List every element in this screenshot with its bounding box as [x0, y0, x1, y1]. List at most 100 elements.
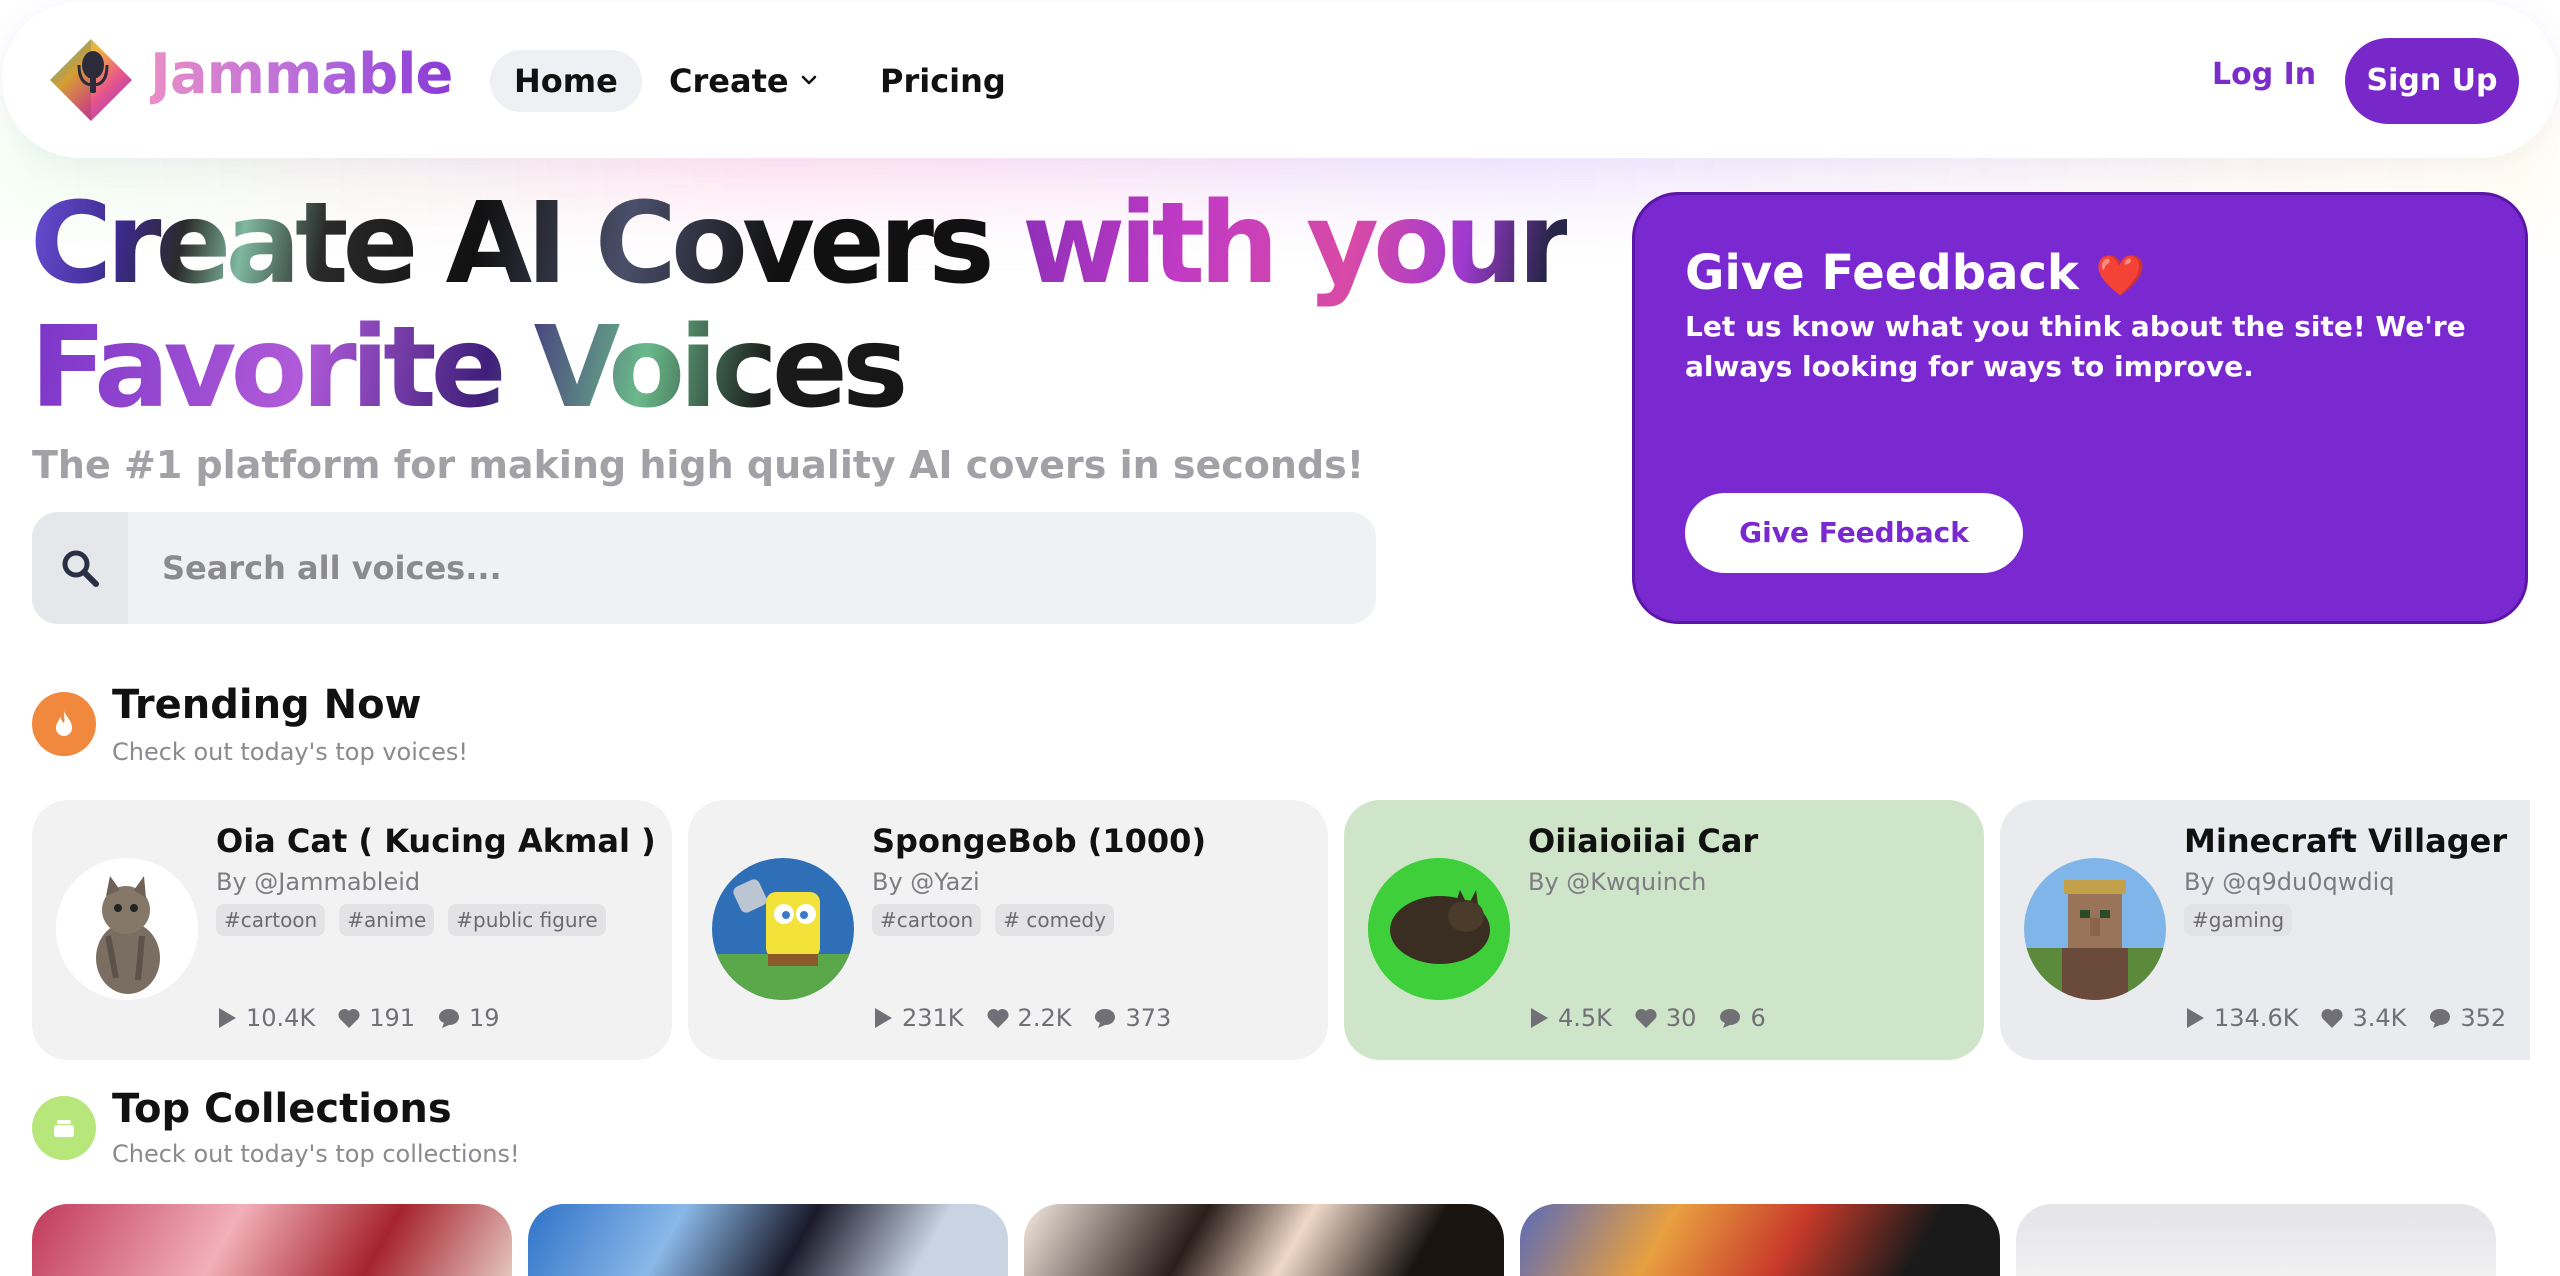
likes-stat: 30	[1634, 1004, 1697, 1032]
login-link[interactable]: Log In	[2212, 57, 2316, 92]
hero-title-part-b: with your	[1021, 179, 1573, 309]
avatar	[1368, 858, 1510, 1000]
avatar	[2024, 858, 2166, 1000]
hero-title-line2: Favorite Voices	[30, 306, 1570, 430]
plays-stat: 10.4K	[216, 1004, 315, 1032]
plays-count: 10.4K	[246, 1004, 316, 1032]
nav-create[interactable]: Create	[645, 50, 841, 112]
avatar	[56, 858, 198, 1000]
comments-stat: 6	[1718, 1004, 1766, 1032]
signup-button[interactable]: Sign Up	[2345, 38, 2519, 124]
jammable-logo[interactable]	[46, 35, 136, 125]
collection-icon	[32, 1096, 96, 1160]
feedback-text: Let us know what you think about the sit…	[1685, 310, 2466, 383]
play-icon	[1531, 1008, 1548, 1028]
collection-card[interactable]	[1520, 1204, 2000, 1276]
hero-title-part-a: Create AI Covers	[30, 179, 1022, 309]
nav-home[interactable]: Home	[490, 50, 642, 112]
nav-pricing[interactable]: Pricing	[856, 50, 1030, 112]
collection-card[interactable]	[2016, 1204, 2496, 1276]
likes-stat: 3.4K	[2320, 1004, 2406, 1032]
search-bar	[32, 512, 1376, 624]
voice-name[interactable]: SpongeBob (1000)	[872, 822, 1206, 860]
comments-count: 352	[2460, 1004, 2507, 1032]
voice-stats: 134.6K 3.4K 352	[2184, 1004, 2506, 1032]
tag-list: #cartoon # comedy	[872, 904, 1114, 936]
comments-stat: 352	[2428, 1004, 2506, 1032]
hero-subtitle: The #1 platform for making high quality …	[32, 443, 1365, 487]
tag-list: #cartoon #anime #public figure	[216, 904, 606, 936]
hero-title: Create AI Covers with your Favorite Voic…	[30, 179, 1573, 430]
top-navbar: Jammable Home Create Pricing Log In Sign…	[2, 2, 2558, 158]
tag-list: #gaming	[2184, 904, 2293, 936]
voice-stats: 4.5K 30 6	[1528, 1004, 1766, 1032]
plays-stat: 134.6K	[2184, 1004, 2298, 1032]
trending-subtitle: Check out today's top voices!	[112, 738, 468, 766]
likes-count: 3.4K	[2352, 1004, 2407, 1032]
tag[interactable]: #gaming	[2184, 904, 2293, 936]
plays-count: 134.6K	[2214, 1004, 2299, 1032]
feedback-title: Give Feedback ❤️	[1685, 245, 2145, 301]
search-icon	[62, 550, 99, 587]
likes-stat: 191	[337, 1004, 415, 1032]
collection-card[interactable]	[1024, 1204, 1504, 1276]
voice-card[interactable]: Oiiaioiiai Car By @Kwquinch 4.5K 30 6	[1344, 800, 1984, 1060]
search-input[interactable]	[128, 512, 1376, 624]
likes-count: 30	[1665, 1004, 1697, 1032]
likes-count: 191	[369, 1004, 415, 1032]
play-icon	[875, 1008, 892, 1028]
voice-name[interactable]: Oia Cat ( Kucing Akmal )	[216, 822, 656, 860]
voice-author[interactable]: By @Yazi	[872, 868, 980, 896]
voice-stats: 10.4K 191 19	[216, 1004, 500, 1032]
heart-icon: ❤️	[2095, 253, 2146, 299]
page: Jammable Home Create Pricing Log In Sign…	[0, 0, 2560, 1276]
voice-author[interactable]: By @q9du0qwdiq	[2184, 868, 2395, 896]
tag[interactable]: #cartoon	[216, 904, 326, 936]
comments-count: 373	[1125, 1004, 1172, 1032]
feedback-title-text: Give Feedback	[1685, 245, 2079, 301]
voice-card[interactable]: Minecraft Villager By @q9du0qwdiq #gamin…	[2000, 800, 2530, 1060]
comments-stat: 19	[437, 1004, 500, 1032]
feedback-card: Give Feedback ❤️ Let us know what you th…	[1632, 192, 2528, 624]
likes-stat: 2.2K	[986, 1004, 1072, 1032]
brand-name[interactable]: Jammable	[150, 42, 453, 107]
flame-icon	[32, 692, 96, 756]
voice-card[interactable]: SpongeBob (1000) By @Yazi #cartoon # com…	[688, 800, 1328, 1060]
heart-icon	[2321, 1008, 2343, 1028]
tag[interactable]: #cartoon	[872, 904, 982, 936]
comments-count: 19	[469, 1004, 500, 1032]
play-icon	[2187, 1008, 2204, 1028]
voice-card[interactable]: Oia Cat ( Kucing Akmal ) By @Jammableid …	[32, 800, 672, 1060]
collections-subtitle: Check out today's top collections!	[112, 1140, 520, 1168]
comment-icon	[439, 1009, 459, 1028]
avatar	[712, 858, 854, 1000]
voice-name[interactable]: Oiiaioiiai Car	[1528, 822, 1758, 860]
heart-icon	[338, 1008, 360, 1028]
voice-author[interactable]: By @Jammableid	[216, 868, 420, 896]
collection-card[interactable]	[32, 1204, 512, 1276]
plays-count: 4.5K	[1558, 1004, 1612, 1032]
collections-title: Top Collections	[112, 1086, 452, 1132]
trending-title: Trending Now	[112, 682, 422, 728]
comment-icon	[1095, 1009, 1116, 1028]
give-feedback-button[interactable]: Give Feedback	[1685, 493, 2023, 573]
nav-create-label: Create	[669, 62, 789, 100]
tag[interactable]: # comedy	[995, 904, 1114, 936]
voice-author[interactable]: By @Kwquinch	[1528, 868, 1706, 896]
hero-title-line1: Create AI Covers with your	[30, 179, 1573, 309]
voice-stats: 231K 2.2K 373	[872, 1004, 1171, 1032]
collection-card[interactable]	[528, 1204, 1008, 1276]
comments-count: 6	[1750, 1004, 1766, 1032]
voice-name[interactable]: Minecraft Villager	[2184, 822, 2507, 860]
likes-count: 2.2K	[1017, 1004, 1072, 1032]
tag[interactable]: #anime	[339, 904, 435, 936]
heart-icon	[1635, 1008, 1657, 1028]
tag[interactable]: #public figure	[448, 904, 606, 936]
plays-count: 231K	[902, 1004, 964, 1032]
comments-stat: 373	[1093, 1004, 1171, 1032]
comment-icon	[1720, 1009, 1741, 1028]
chevron-down-icon	[801, 75, 816, 85]
search-button[interactable]	[32, 512, 128, 624]
plays-stat: 231K	[872, 1004, 964, 1032]
heart-icon	[987, 1008, 1009, 1028]
